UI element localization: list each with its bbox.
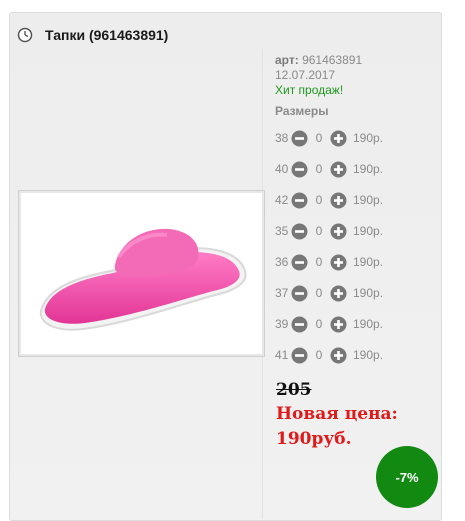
quantity-value: 0 [315,193,323,207]
size-label: 35 [275,224,289,238]
discount-badge: -7% [376,446,438,508]
size-row: 39 0 190р. [275,315,383,333]
clock-icon [17,27,33,43]
sizes-heading: Размеры [275,104,329,118]
title-row: Тапки (961463891) [17,27,168,43]
size-price: 190р. [353,162,384,176]
quantity-value: 0 [315,131,323,145]
size-label: 38 [275,131,289,145]
size-price: 190р. [353,255,384,269]
size-price: 190р. [353,348,384,362]
plus-circle-icon[interactable] [330,130,347,147]
size-row: 40 0 190р. [275,160,383,178]
minus-circle-icon[interactable] [291,254,308,271]
quantity-value: 0 [315,348,323,362]
size-label: 40 [275,162,289,176]
new-price-label: Новая цена: [276,404,398,424]
quantity-value: 0 [315,317,323,331]
size-label: 39 [275,317,289,331]
quantity-value: 0 [315,286,323,300]
plus-circle-icon[interactable] [330,223,347,240]
size-price: 190р. [353,131,384,145]
plus-circle-icon[interactable] [330,161,347,178]
size-price: 190р. [353,193,384,207]
old-price: 205 [276,380,312,400]
hit-badge: Хит продаж! [275,83,344,97]
size-price: 190р. [353,224,384,238]
size-label: 42 [275,193,289,207]
size-row: 41 0 190р. [275,346,383,364]
plus-circle-icon[interactable] [330,192,347,209]
size-price: 190р. [353,317,384,331]
minus-circle-icon[interactable] [291,316,308,333]
art-line: арт: 961463891 [275,53,362,68]
product-info: арт: 961463891 12.07.2017 Хит продаж! [275,53,362,98]
product-image[interactable] [18,190,265,357]
quantity-value: 0 [315,224,323,238]
minus-circle-icon[interactable] [291,223,308,240]
plus-circle-icon[interactable] [330,254,347,271]
slipper-image [39,228,247,331]
size-row: 37 0 190р. [275,284,383,302]
minus-circle-icon[interactable] [291,285,308,302]
size-label: 36 [275,255,289,269]
minus-circle-icon[interactable] [291,130,308,147]
size-price: 190р. [353,286,384,300]
art-value: 961463891 [302,53,363,67]
minus-circle-icon[interactable] [291,161,308,178]
product-date: 12.07.2017 [275,68,336,82]
product-title: Тапки (961463891) [45,27,169,43]
size-row: 35 0 190р. [275,222,383,240]
plus-circle-icon[interactable] [330,316,347,333]
size-row: 38 0 190р. [275,129,383,147]
size-label: 41 [275,348,289,362]
product-card: Тапки (961463891) арт: 961463891 12.07.2… [9,12,442,521]
size-row: 36 0 190р. [275,253,383,271]
minus-circle-icon[interactable] [291,192,308,209]
size-row: 42 0 190р. [275,191,383,209]
size-label: 37 [275,286,289,300]
quantity-value: 0 [315,255,323,269]
plus-circle-icon[interactable] [330,285,347,302]
quantity-value: 0 [315,162,323,176]
minus-circle-icon[interactable] [291,347,308,364]
new-price: Новая цена: 190руб. [276,402,436,452]
art-label: арт: [275,53,299,67]
plus-circle-icon[interactable] [330,347,347,364]
